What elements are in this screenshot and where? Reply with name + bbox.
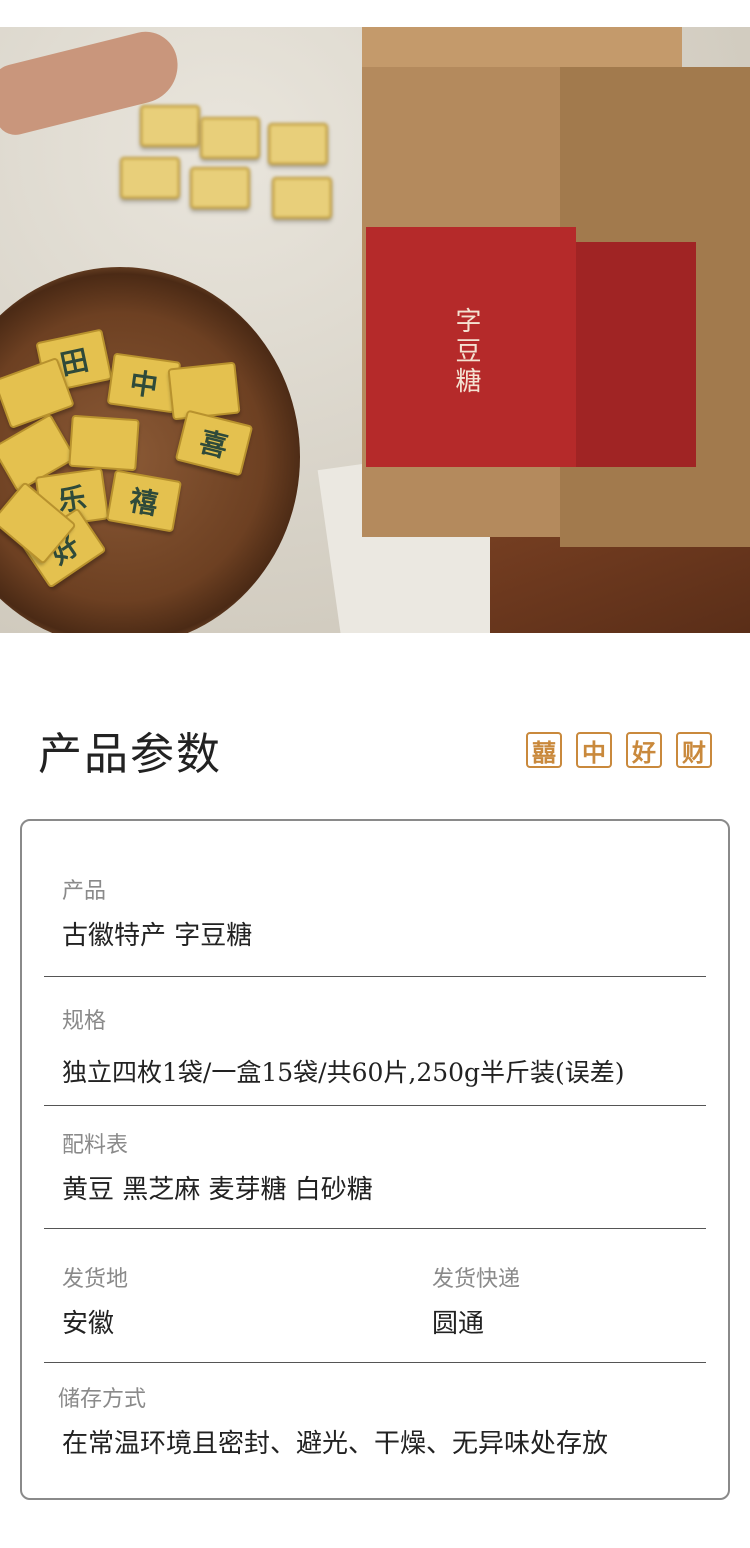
- storage-label: 储存方式: [58, 1387, 147, 1412]
- courier-value: 圆通: [432, 1309, 485, 1339]
- candy-tile: [200, 117, 260, 159]
- seal-icon: 囍: [526, 732, 562, 768]
- divider: [44, 1228, 706, 1229]
- divider: [44, 976, 706, 977]
- divider: [44, 1362, 706, 1363]
- spec-value: 独立四枚1袋/一盒15袋/共60片,250g半斤装(误差): [62, 1058, 625, 1087]
- page-title: 产品参数: [38, 729, 222, 780]
- candy-tile: [272, 177, 332, 219]
- candy-tile: [140, 105, 200, 147]
- seal-icon: 财: [676, 732, 712, 768]
- candy-tile: [167, 361, 241, 421]
- box-label: 字豆糖: [451, 307, 481, 397]
- ingredients-label: 配料表: [62, 1133, 129, 1158]
- storage-value: 在常温环境且密封、避光、干燥、无异味处存放: [62, 1429, 609, 1459]
- candy-tile: [120, 157, 180, 199]
- ingredients-value: 黄豆 黑芝麻 麦芽糖 白砂糖: [62, 1175, 373, 1205]
- seal-icon: 好: [626, 732, 662, 768]
- params-card: 产品 古徽特产 字豆糖 规格 独立四枚1袋/一盒15袋/共60片,250g半斤装…: [20, 819, 730, 1500]
- spec-label: 规格: [62, 1009, 107, 1034]
- box-band-side: [576, 242, 696, 467]
- seal-group: 囍 中 好 财: [526, 732, 712, 768]
- candy-tile: [68, 414, 140, 472]
- product-label: 产品: [62, 879, 107, 904]
- product-value: 古徽特产 字豆糖: [62, 921, 253, 951]
- origin-value: 安徽: [62, 1309, 115, 1339]
- candy-tile: [268, 123, 328, 165]
- candy-tile: [190, 167, 250, 209]
- origin-label: 发货地: [62, 1267, 129, 1292]
- courier-label: 发货快递: [432, 1267, 521, 1292]
- product-photo: 田 中 喜 乐 禧 好 字豆糖: [0, 27, 750, 633]
- seal-icon: 中: [576, 732, 612, 768]
- divider: [44, 1105, 706, 1106]
